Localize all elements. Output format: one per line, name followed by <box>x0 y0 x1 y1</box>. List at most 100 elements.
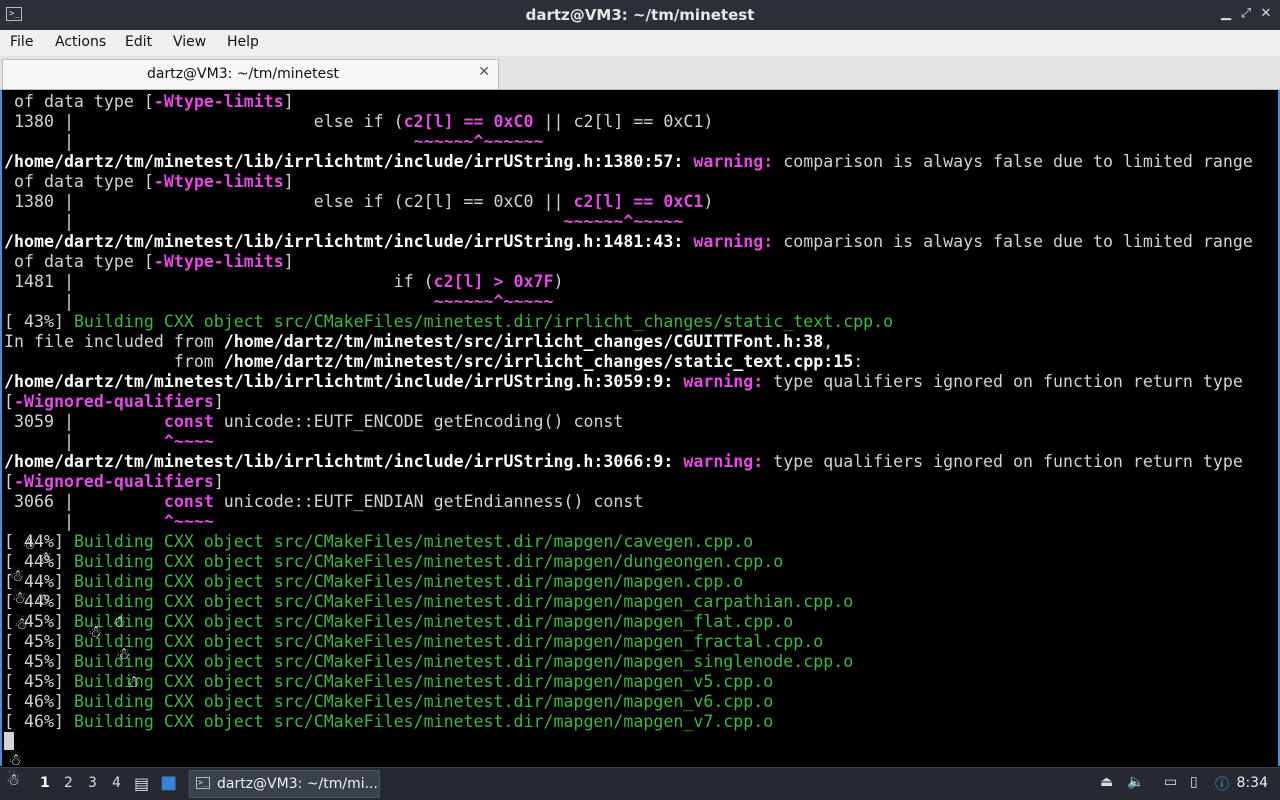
terminal-line: In file included from /home/dartz/tm/min… <box>4 332 833 352</box>
terminal-text-segment: of data type [ <box>4 252 154 271</box>
terminal-text-segment: [ 45%] <box>4 652 74 671</box>
taskbar-terminal-task[interactable]: >_ dartz@VM3: ~/tm/mi... <box>189 770 380 798</box>
terminal-line: of data type [-Wtype-limits] <box>4 252 294 272</box>
terminal-line: [ 46%] Building CXX object src/CMakeFile… <box>4 712 773 732</box>
terminal-text-segment: | <box>4 432 164 451</box>
terminal-text-segment: unicode::EUTF_ENDIAN getEndianness() con… <box>213 492 644 511</box>
terminal-text-segment: | <box>4 292 434 311</box>
terminal-line: [ 44%] Building CXX object src/CMakeFile… <box>4 552 783 572</box>
ghost-sprite-icon: ☃ <box>88 622 103 641</box>
terminal-text-segment: type qualifiers ignored on function retu… <box>773 372 1243 391</box>
terminal-line: [ 44%] Building CXX object src/CMakeFile… <box>4 572 743 592</box>
ghost-sprite-icon: ☃ <box>36 590 51 609</box>
terminal-line: /home/dartz/tm/minetest/lib/irrlichtmt/i… <box>4 232 1253 252</box>
menu-help[interactable]: Help <box>227 34 259 50</box>
terminal-text-segment: Building CXX object src/CMakeFiles/minet… <box>73 312 894 331</box>
workspace-1[interactable]: 1 <box>40 775 50 791</box>
terminal-text-segment: 1481 | if ( <box>4 272 434 291</box>
terminal-text-segment: Building CXX object src/CMakeFiles/minet… <box>73 672 774 691</box>
terminal-line: from /home/dartz/tm/minetest/src/irrlich… <box>4 352 863 372</box>
browser-icon[interactable]: ■ <box>160 772 177 793</box>
workspace-3[interactable]: 3 <box>88 775 97 791</box>
terminal-text-segment: [ 43%] <box>4 312 74 331</box>
terminal-line: | ~~~~~~^~~~~~ <box>4 292 554 312</box>
terminal-text-segment: type qualifiers ignored on function retu… <box>773 452 1243 471</box>
terminal-text-segment: ] <box>283 252 294 271</box>
menu-actions[interactable]: Actions <box>55 34 106 50</box>
menu-file[interactable]: File <box>10 34 33 50</box>
terminal-line: 1481 | if (c2[l] > 0x7F) <box>4 272 564 292</box>
terminal-text-segment: warning: <box>693 152 784 171</box>
file-manager-icon[interactable]: ▤ <box>134 774 149 793</box>
terminal-text-segment: of data type [ <box>4 172 154 191</box>
close-button[interactable]: ✕ <box>1257 5 1275 23</box>
taskbar-task-label: dartz@VM3: ~/tm/mi... <box>217 776 378 792</box>
terminal-text-segment: Building CXX object src/CMakeFiles/minet… <box>73 552 784 571</box>
notification-icon[interactable]: ⓘ <box>1215 774 1229 794</box>
terminal-line: [ 44%] Building CXX object src/CMakeFile… <box>4 532 753 552</box>
window-title: dartz@VM3: ~/tm/minetest <box>525 6 755 24</box>
terminal-line: /home/dartz/tm/minetest/lib/irrlichtmt/i… <box>4 152 1253 172</box>
terminal-text-segment: const <box>163 492 214 511</box>
terminal-text-segment: ] <box>283 172 294 191</box>
volume-icon[interactable]: 🔈 <box>1127 774 1144 790</box>
terminal-text-segment: /home/dartz/tm/minetest/src/irrlicht_cha… <box>223 332 824 351</box>
keyboard-indicator-icon[interactable]: ⏏ <box>1100 774 1113 790</box>
taskbar: ☃ 1 2 3 4 ▤ ■ >_ dartz@VM3: ~/tm/mi... ⏏… <box>0 767 1280 800</box>
terminal-text-segment: comparison is always false due to limite… <box>783 232 1253 251</box>
menu-view[interactable]: View <box>173 34 206 50</box>
tab-close-icon[interactable]: ✕ <box>478 64 490 80</box>
terminal-text-segment: | <box>4 132 414 151</box>
terminal-line: [-Wignored-qualifiers] <box>4 472 224 492</box>
terminal-text-segment: || c2[l] == 0xC1) <box>533 112 714 131</box>
terminal-text-segment: , <box>823 332 834 351</box>
terminal-text-segment: Building CXX object src/CMakeFiles/minet… <box>73 532 754 551</box>
clock[interactable]: 8:34 <box>1237 775 1268 791</box>
minimize-button[interactable]: ▁ <box>1217 5 1235 23</box>
ghost-sprite-icon: ☃ <box>22 534 37 553</box>
terminal-text-segment: ) <box>553 272 564 291</box>
ghost-sprite-icon: ☃ <box>14 614 29 633</box>
terminal-text-segment: 1380 | else if ( <box>4 112 404 131</box>
workspace-4[interactable]: 4 <box>112 775 121 791</box>
ghost-sprite-icon: ☃ <box>6 770 21 789</box>
maximize-button[interactable]: ⤢ <box>1237 5 1255 23</box>
terminal-text-segment: from <box>4 352 224 371</box>
terminal-line: | ~~~~~~^~~~~~~ <box>4 132 544 152</box>
terminal-output[interactable]: [ 46%] Building CXX object src/CMakeFile… <box>0 90 1280 766</box>
terminal-text-segment: ~~~~~~^~~~~~ <box>433 292 554 311</box>
menu-edit[interactable]: Edit <box>125 34 152 50</box>
terminal-text-segment: -Wignored-qualifiers <box>14 392 214 411</box>
terminal-text-segment: | <box>4 512 164 531</box>
workspace-2[interactable]: 2 <box>64 775 73 791</box>
display-icon[interactable]: ▭ <box>1164 774 1177 790</box>
window-titlebar[interactable]: >_ dartz@VM3: ~/tm/minetest ▁ ⤢ ✕ <box>0 0 1280 30</box>
terminal-text-segment: -Wtype-limits <box>153 172 284 191</box>
tab-terminal[interactable]: dartz@VM3: ~/tm/minetest ✕ <box>2 59 499 89</box>
terminal-text-segment: Building CXX object src/CMakeFiles/minet… <box>73 612 794 631</box>
terminal-text-segment: /home/dartz/tm/minetest/lib/irrlichtmt/i… <box>4 372 684 391</box>
terminal-line: | ^~~~~ <box>4 432 214 452</box>
terminal-text-segment: 3059 | <box>4 412 164 431</box>
terminal-text-segment: of data type [ <box>4 92 154 111</box>
terminal-text-segment: ^~~~~ <box>163 432 214 451</box>
clipboard-icon[interactable]: ▯ <box>1190 774 1198 790</box>
terminal-line: of data type [-Wtype-limits] <box>4 172 294 192</box>
terminal-text-segment: [ 45%] <box>4 672 74 691</box>
ghost-sprite-icon: ☃ <box>112 612 127 631</box>
terminal-text-segment: [ 46%] <box>4 692 74 711</box>
terminal-text-segment: Building CXX object src/CMakeFiles/minet… <box>73 652 854 671</box>
tab-label: dartz@VM3: ~/tm/minetest <box>147 66 339 82</box>
terminal-text-segment: [ 46%] <box>4 712 74 731</box>
terminal-text-segment: Building CXX object src/CMakeFiles/minet… <box>73 572 744 591</box>
terminal-line: [ 45%] Building CXX object src/CMakeFile… <box>4 652 853 672</box>
terminal-text-segment: ) <box>703 192 714 211</box>
terminal-text-segment: ~~~~~~^~~~~~~ <box>413 132 544 151</box>
terminal-text-segment: [ 45%] <box>4 632 74 651</box>
terminal-text-segment: /home/dartz/tm/minetest/lib/irrlichtmt/i… <box>4 232 694 251</box>
terminal-line: /home/dartz/tm/minetest/lib/irrlichtmt/i… <box>4 452 1243 472</box>
terminal-text-segment: c2[l] == 0xC0 <box>403 112 534 131</box>
ghost-sprite-icon: ☃ <box>8 750 23 767</box>
terminal-line: [ 43%] Building CXX object src/CMakeFile… <box>4 312 893 332</box>
terminal-text-segment: Building CXX object src/CMakeFiles/minet… <box>73 592 854 611</box>
